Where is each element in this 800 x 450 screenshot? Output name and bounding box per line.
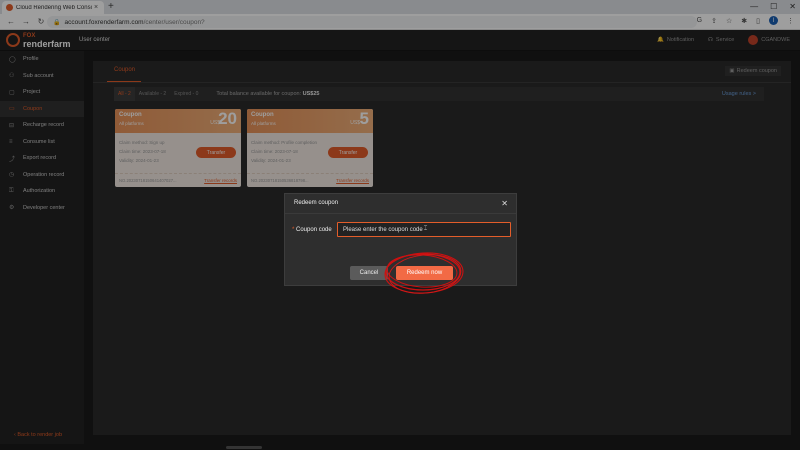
text-cursor-icon: ⌶ bbox=[423, 226, 428, 232]
coupon-code-label-text: Coupon code bbox=[296, 227, 332, 233]
required-marker: * bbox=[292, 227, 295, 233]
redeem-coupon-dialog: Redeem coupon ✕ * Coupon code Please ent… bbox=[284, 193, 517, 286]
cancel-button[interactable]: Cancel bbox=[350, 266, 388, 280]
coupon-code-label: * Coupon code bbox=[292, 227, 332, 233]
coupon-code-placeholder: Please enter the coupon code bbox=[343, 226, 423, 233]
dialog-title: Redeem coupon bbox=[294, 200, 339, 206]
coupon-code-input[interactable]: Please enter the coupon code ⌶ bbox=[337, 222, 511, 237]
redeem-now-button[interactable]: Redeem now bbox=[396, 266, 453, 280]
close-icon[interactable]: ✕ bbox=[501, 199, 508, 208]
dialog-header: Redeem coupon ✕ bbox=[285, 194, 516, 214]
